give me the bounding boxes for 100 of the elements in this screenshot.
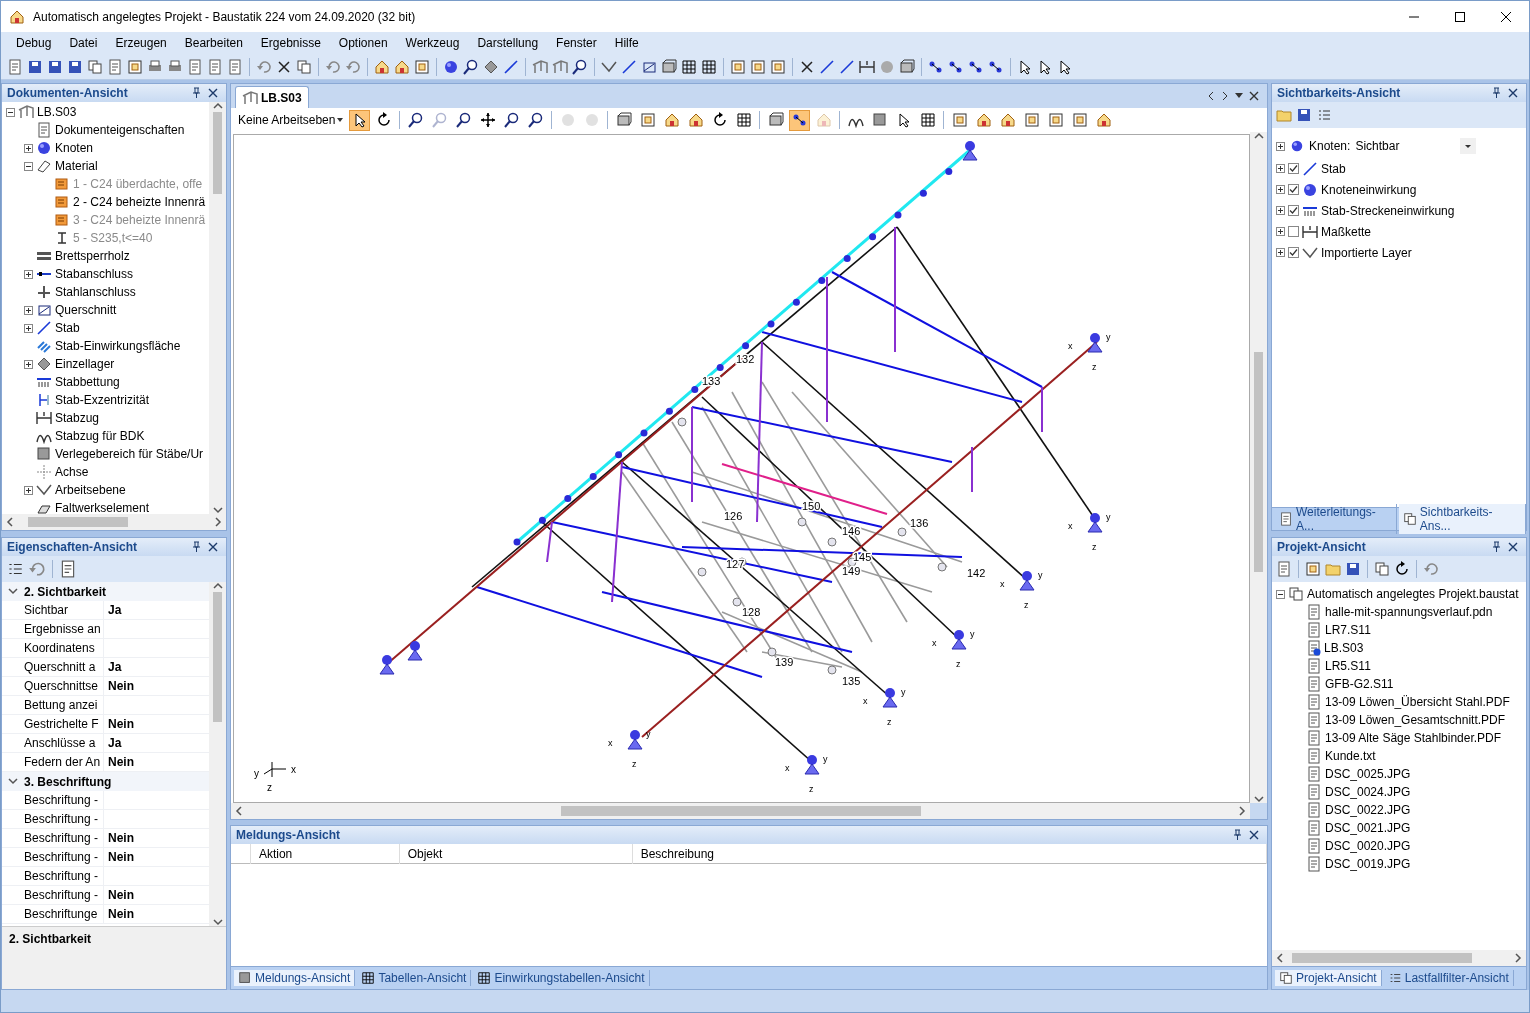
node-label: 139 <box>775 656 794 668</box>
tree-item[interactable]: Automatisch angelegtes Projekt.baustat <box>1307 587 1519 601</box>
tree-item[interactable]: Faltwerkselement <box>55 501 150 514</box>
tree-item[interactable]: 5 - S235,t<=40 <box>73 231 153 245</box>
tree-item[interactable]: Kunde.txt <box>1325 749 1376 763</box>
axis-label: x <box>785 763 790 773</box>
tree-item[interactable]: 3 - C24 beheizte Innenrä <box>73 213 206 227</box>
tree-item[interactable]: Dokumenteigenschaften <box>55 123 185 137</box>
panel-tab[interactable]: Sichtbarkeits-Ans... <box>1398 504 1526 534</box>
node-filter-dropdown[interactable]: Sichtbar <box>1355 138 1477 154</box>
axis-label: z <box>632 759 637 769</box>
panel-tab[interactable]: Meldungs-Ansicht <box>234 970 356 986</box>
layer-item[interactable]: Knoteneinwirkung <box>1321 182 1417 197</box>
property-name: Beschriftung - <box>20 886 104 904</box>
menu-item[interactable]: Optionen <box>329 34 397 52</box>
tree-item[interactable]: 13-09 Löwen_Übersicht Stahl.PDF <box>1325 695 1510 709</box>
tree-item[interactable]: LR7.S11 <box>1325 623 1371 637</box>
column-header[interactable]: Beschreibung <box>632 843 1267 864</box>
tree-item[interactable]: DSC_0025.JPG <box>1325 767 1411 781</box>
property-value[interactable]: Nein <box>104 848 209 866</box>
panel-tab[interactable]: Lastfallfilter-Ansicht <box>1383 970 1514 986</box>
property-value[interactable]: Ja <box>104 734 209 752</box>
menu-item[interactable]: Ergebnisse <box>251 34 330 52</box>
tree-item[interactable]: DSC_0020.JPG <box>1325 839 1411 853</box>
menu-item[interactable]: Fenster <box>547 34 606 52</box>
axis-label: y <box>1106 332 1111 342</box>
menu-item[interactable]: Bearbeiten <box>175 34 252 52</box>
property-value[interactable]: Ja <box>104 658 209 676</box>
tree-item[interactable]: Stabanschluss <box>55 267 134 281</box>
layer-item[interactable]: Stab-Streckeneinwirkung <box>1321 203 1455 218</box>
workplane-dropdown[interactable]: Keine Arbeitseben <box>235 113 347 127</box>
tree-item[interactable]: Stab-Exzentrizität <box>55 393 150 407</box>
tree-item[interactable]: Stabzug für BDK <box>55 429 145 443</box>
panel-tab[interactable]: Tabellen-Ansicht <box>357 970 472 986</box>
property-name: Beschriftung - <box>20 829 104 847</box>
tree-item[interactable]: 1 - C24 überdachte, offe <box>73 177 203 191</box>
layer-item[interactable]: Maßkette <box>1321 224 1371 239</box>
menu-item[interactable]: Darstellung <box>468 34 548 52</box>
axis-label: z <box>1092 362 1097 372</box>
panel-title: Dokumenten-Ansicht <box>7 86 129 100</box>
panel-tab[interactable]: Weiterleitungs-A... <box>1275 504 1397 534</box>
group-title: 3. Beschriftung <box>24 774 112 789</box>
tree-item[interactable]: DSC_0024.JPG <box>1325 785 1411 799</box>
property-value[interactable]: Nein <box>104 905 209 923</box>
property-value[interactable]: Nein <box>104 677 209 695</box>
property-name: Federn der An <box>20 753 104 771</box>
tree-item[interactable]: DSC_0019.JPG <box>1325 857 1411 871</box>
tree-item[interactable]: Arbeitsebene <box>55 483 126 497</box>
menu-item[interactable]: Debug <box>7 34 61 52</box>
layer-item[interactable]: Importierte Layer <box>1321 245 1412 260</box>
tree-item[interactable]: Querschnitt <box>55 303 117 317</box>
property-value[interactable]: Nein <box>104 715 209 733</box>
tree-item[interactable]: 2 - C24 beheizte Innenrä <box>73 195 206 209</box>
tree-item[interactable]: LB.S03 <box>37 105 77 119</box>
layer-item[interactable]: Stab <box>1321 161 1346 176</box>
tree-item[interactable]: 13-09 Alte Säge Stahlbinder.PDF <box>1325 731 1502 745</box>
tree-item[interactable]: Stab <box>55 321 80 335</box>
tree-item[interactable]: Material <box>55 159 98 173</box>
tree-item[interactable]: Stabzug <box>55 411 100 425</box>
property-name: Ergebnisse an <box>20 620 104 638</box>
tree-item[interactable]: DSC_0021.JPG <box>1325 821 1411 835</box>
menu-item[interactable]: Erzeugen <box>106 34 176 52</box>
axis-label: y <box>970 629 975 639</box>
property-value[interactable]: Ja <box>104 601 209 619</box>
tree-item[interactable]: Verlegebereich für Stäbe/Ur <box>55 447 204 461</box>
property-name: Beschriftung - <box>20 810 104 828</box>
tree-item[interactable]: Einzellager <box>55 357 115 371</box>
node-label: 135 <box>842 675 861 687</box>
column-header[interactable]: Objekt <box>399 843 633 864</box>
property-name: Beschriftung - <box>20 848 104 866</box>
tree-item[interactable]: halle-mit-spannungsverlauf.pdn <box>1325 605 1493 619</box>
node-label: 126 <box>724 510 743 522</box>
tree-item[interactable]: 13-09 Löwen_Gesamtschnitt.PDF <box>1325 713 1506 727</box>
tree-item[interactable]: Stab-Einwirkungsfläche <box>55 339 181 353</box>
axis-label: z <box>956 659 961 669</box>
axis-label: x <box>291 764 296 775</box>
tree-item[interactable]: DSC_0022.JPG <box>1325 803 1411 817</box>
tree-item[interactable]: LB.S03 <box>1324 641 1364 655</box>
tree-item[interactable]: GFB-G2.S11 <box>1325 677 1394 691</box>
property-value[interactable]: Nein <box>104 829 209 847</box>
tree-item[interactable]: Stabbettung <box>55 375 120 389</box>
tree-item[interactable]: Achse <box>55 465 89 479</box>
tree-item[interactable]: Stahlanschluss <box>55 285 136 299</box>
axis-label: z <box>1024 600 1029 610</box>
document-tab[interactable]: LB.S03 <box>235 86 309 108</box>
menu-item[interactable]: Werkzeug <box>396 34 469 52</box>
panel-title: Sichtbarkeits-Ansicht <box>1277 86 1402 100</box>
property-value[interactable]: Nein <box>104 753 209 771</box>
tree-item[interactable]: LR5.S11 <box>1325 659 1371 673</box>
panel-tab[interactable]: Projekt-Ansicht <box>1275 970 1382 986</box>
tree-item[interactable]: Knoten <box>55 141 94 155</box>
menu-item[interactable]: Datei <box>60 34 107 52</box>
property-value[interactable]: Nein <box>104 886 209 904</box>
property-name: Bettung anzei <box>20 696 104 714</box>
panel-tab[interactable]: Einwirkungstabellen-Ansicht <box>473 970 650 986</box>
node-label: 128 <box>742 606 761 618</box>
tree-item[interactable]: Brettsperrholz <box>55 249 130 263</box>
column-header[interactable]: Aktion <box>250 843 400 864</box>
menu-item[interactable]: Hilfe <box>605 34 648 52</box>
axis-label: x <box>1000 579 1005 589</box>
